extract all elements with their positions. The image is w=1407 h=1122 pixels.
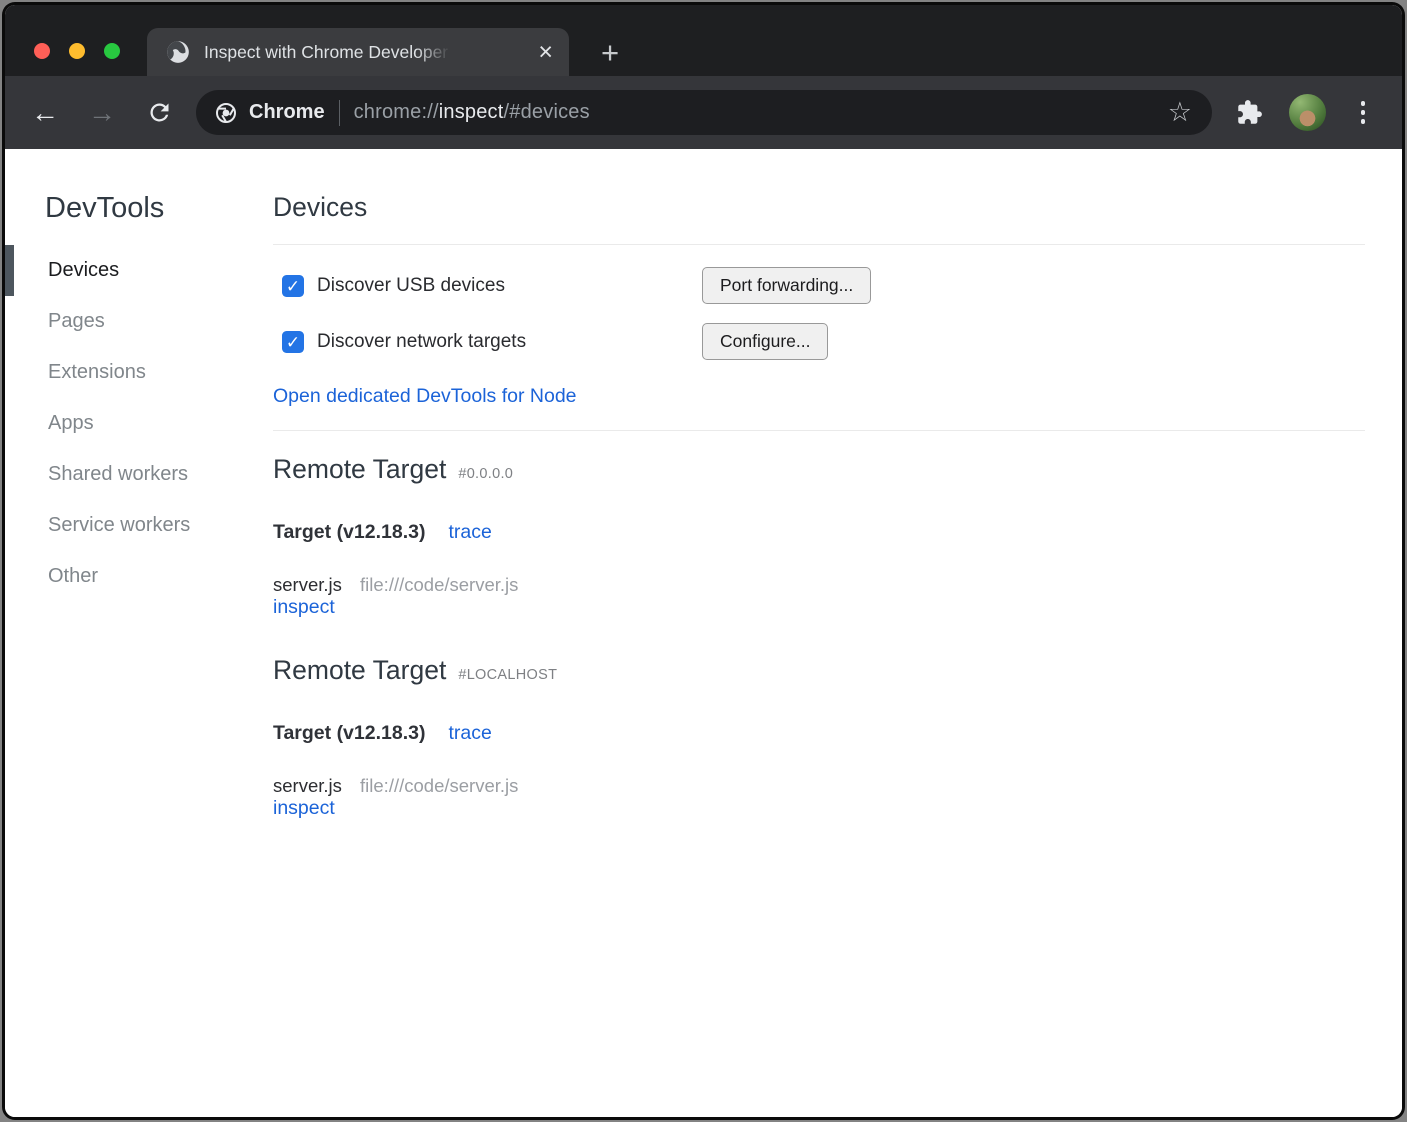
remote-target-section: Remote Target #LOCALHOST Target (v12.18.… — [273, 655, 1365, 820]
sidebar-item-shared-workers[interactable]: Shared workers — [5, 449, 273, 500]
screen: Inspect with Chrome Developer × + ← → — [0, 0, 1407, 1122]
remote-target-title: Remote Target — [273, 655, 446, 686]
window-minimize-button[interactable] — [69, 43, 85, 59]
target-row: Target (v12.18.3) trace — [273, 521, 1365, 544]
window-close-button[interactable] — [34, 43, 50, 59]
script-name: server.js — [273, 574, 342, 595]
trace-link[interactable]: trace — [448, 722, 491, 745]
page-content: DevTools Devices Pages Extensions Apps S… — [5, 149, 1402, 1117]
sidebar-item-apps[interactable]: Apps — [5, 398, 273, 449]
url-suffix: /#devices — [504, 101, 590, 123]
trace-link[interactable]: trace — [448, 521, 491, 544]
url-text: chrome://inspect/#devices — [354, 101, 590, 124]
port-forwarding-button[interactable]: Port forwarding... — [702, 267, 871, 304]
browser-tab[interactable]: Inspect with Chrome Developer × — [147, 28, 569, 76]
tab-strip: Inspect with Chrome Developer × + — [5, 5, 1402, 76]
remote-target-heading: Remote Target #0.0.0.0 — [273, 454, 1365, 485]
divider — [273, 430, 1365, 431]
target-name: Target (v12.18.3) — [273, 722, 425, 745]
script-url: file:///code/server.js — [360, 574, 518, 595]
address-bar[interactable]: Chrome chrome://inspect/#devices ☆ — [196, 90, 1212, 135]
sidebar-item-other[interactable]: Other — [5, 551, 273, 602]
browser-toolbar: ← → Chrome — [5, 76, 1402, 149]
discover-network-row: ✓ Discover network targets Configure... — [273, 323, 1365, 361]
discover-network-label[interactable]: Discover network targets — [317, 331, 526, 353]
forward-button[interactable]: → — [82, 93, 122, 133]
script-row: server.js file:///code/server.js — [273, 574, 1365, 596]
new-tab-button[interactable]: + — [593, 36, 627, 70]
discover-network-checkbox[interactable]: ✓ — [282, 331, 304, 353]
check-icon: ✓ — [286, 334, 300, 351]
chrome-logo-icon — [214, 101, 238, 125]
devtools-title: DevTools — [45, 192, 273, 225]
browser-menu-icon[interactable] — [1353, 101, 1373, 124]
remote-target-heading: Remote Target #LOCALHOST — [273, 655, 1365, 686]
script-row: server.js file:///code/server.js — [273, 775, 1365, 797]
devices-panel: Devices ✓ Discover USB devices Port forw… — [273, 149, 1402, 1117]
traffic-lights — [34, 43, 120, 59]
tab-close-icon[interactable]: × — [538, 40, 553, 65]
remote-target-title: Remote Target — [273, 454, 446, 485]
tab-title: Inspect with Chrome Developer — [204, 42, 448, 62]
sidebar-nav: Devices Pages Extensions Apps Shared wor… — [5, 245, 273, 602]
node-devtools-link[interactable]: Open dedicated DevTools for Node — [273, 385, 577, 408]
tab-title-wrap: Inspect with Chrome Developer — [204, 40, 454, 64]
configure-button[interactable]: Configure... — [702, 323, 828, 360]
remote-target-subtitle: #LOCALHOST — [458, 667, 557, 683]
sidebar-item-extensions[interactable]: Extensions — [5, 347, 273, 398]
browser-window-inner: Inspect with Chrome Developer × + ← → — [5, 5, 1402, 1117]
script-name: server.js — [273, 775, 342, 796]
sidebar-item-pages[interactable]: Pages — [5, 296, 273, 347]
back-button[interactable]: ← — [25, 93, 65, 133]
url-highlight: inspect — [439, 101, 504, 123]
site-label: Chrome — [249, 101, 325, 124]
inspect-link[interactable]: inspect — [273, 797, 335, 819]
sidebar-item-devices[interactable]: Devices — [5, 245, 273, 296]
reload-icon — [146, 99, 173, 126]
profile-avatar[interactable] — [1289, 94, 1326, 131]
discover-usb-checkbox[interactable]: ✓ — [282, 275, 304, 297]
check-icon: ✓ — [286, 278, 300, 295]
reload-button[interactable] — [139, 93, 179, 133]
script-url: file:///code/server.js — [360, 775, 518, 796]
window-zoom-button[interactable] — [104, 43, 120, 59]
inspect-link[interactable]: inspect — [273, 596, 335, 618]
bookmark-star-icon[interactable]: ☆ — [1168, 99, 1192, 126]
divider — [273, 244, 1365, 245]
extensions-puzzle-icon[interactable] — [1236, 99, 1263, 126]
remote-target-subtitle: #0.0.0.0 — [458, 466, 513, 482]
globe-favicon-icon — [165, 39, 191, 65]
omnibox-separator — [339, 100, 340, 126]
url-prefix: chrome:// — [354, 101, 439, 123]
discover-usb-row: ✓ Discover USB devices Port forwarding..… — [273, 267, 1365, 305]
sidebar-item-service-workers[interactable]: Service workers — [5, 500, 273, 551]
sidebar: DevTools Devices Pages Extensions Apps S… — [5, 149, 273, 1117]
remote-target-section: Remote Target #0.0.0.0 Target (v12.18.3)… — [273, 454, 1365, 619]
target-name: Target (v12.18.3) — [273, 521, 425, 544]
target-row: Target (v12.18.3) trace — [273, 722, 1365, 745]
discover-usb-label[interactable]: Discover USB devices — [317, 275, 505, 297]
page-title: Devices — [273, 192, 1365, 223]
browser-window: Inspect with Chrome Developer × + ← → — [2, 2, 1405, 1120]
